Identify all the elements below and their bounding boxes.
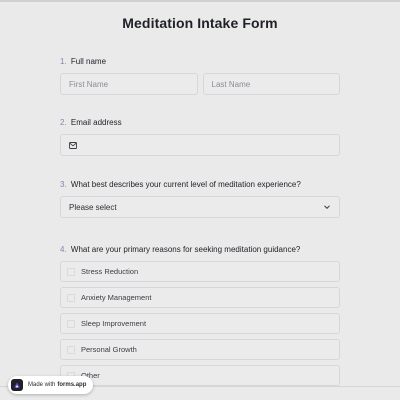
chevron-down-icon xyxy=(324,205,330,210)
form-title: Meditation Intake Form xyxy=(122,15,278,31)
question-number: 3. xyxy=(60,180,67,189)
forms-app-logo-icon xyxy=(11,379,23,391)
question-label: 1. Full name xyxy=(60,56,340,67)
question-number: 1. xyxy=(60,57,67,66)
option-sleep-improvement[interactable]: Sleep Improvement xyxy=(60,313,340,334)
question-label: 4. What are your primary reasons for see… xyxy=(60,244,340,255)
question-text: What are your primary reasons for seekin… xyxy=(70,245,301,254)
last-name-input[interactable]: Last Name xyxy=(202,73,340,95)
option-label: Stress Reduction xyxy=(81,267,139,276)
option-label: Anxiety Management xyxy=(81,293,152,302)
question-experience: 3. What best describes your current leve… xyxy=(60,179,340,218)
top-edge xyxy=(0,0,400,2)
badge-prefix: Made with xyxy=(28,382,56,388)
checkbox[interactable] xyxy=(67,345,75,354)
forms-app-badge[interactable]: Made with forms.app xyxy=(8,376,94,394)
email-field[interactable] xyxy=(60,134,340,156)
question-label: 3. What best describes your current leve… xyxy=(60,179,340,190)
first-name-input[interactable]: First Name xyxy=(60,73,198,95)
badge-brand: forms.app xyxy=(57,382,87,388)
option-label: Personal Growth xyxy=(81,345,137,354)
question-full-name: 1. Full name First Name Last Name xyxy=(60,56,340,95)
question-text: Full name xyxy=(70,57,107,66)
envelope-icon xyxy=(69,141,77,149)
select-value: Please select xyxy=(69,202,117,212)
option-stress-reduction[interactable]: Stress Reduction xyxy=(60,261,340,282)
question-reasons: 4. What are your primary reasons for see… xyxy=(60,244,340,391)
question-number: 4. xyxy=(60,245,67,254)
experience-select[interactable]: Please select xyxy=(60,196,340,218)
checkbox[interactable] xyxy=(67,293,75,302)
options-list: Stress Reduction Anxiety Management Slee… xyxy=(60,261,340,386)
option-personal-growth[interactable]: Personal Growth xyxy=(60,339,340,360)
checkbox[interactable] xyxy=(67,267,75,276)
question-email: 2. Email address xyxy=(60,117,340,156)
option-label: Sleep Improvement xyxy=(81,319,147,328)
question-text: Email address xyxy=(70,118,122,127)
checkbox[interactable] xyxy=(67,319,75,328)
question-text: What best describes your current level o… xyxy=(70,180,301,189)
option-other[interactable]: Other xyxy=(60,365,340,386)
question-number: 2. xyxy=(60,118,67,127)
option-anxiety-management[interactable]: Anxiety Management xyxy=(60,287,340,308)
question-label: 2. Email address xyxy=(60,117,340,128)
